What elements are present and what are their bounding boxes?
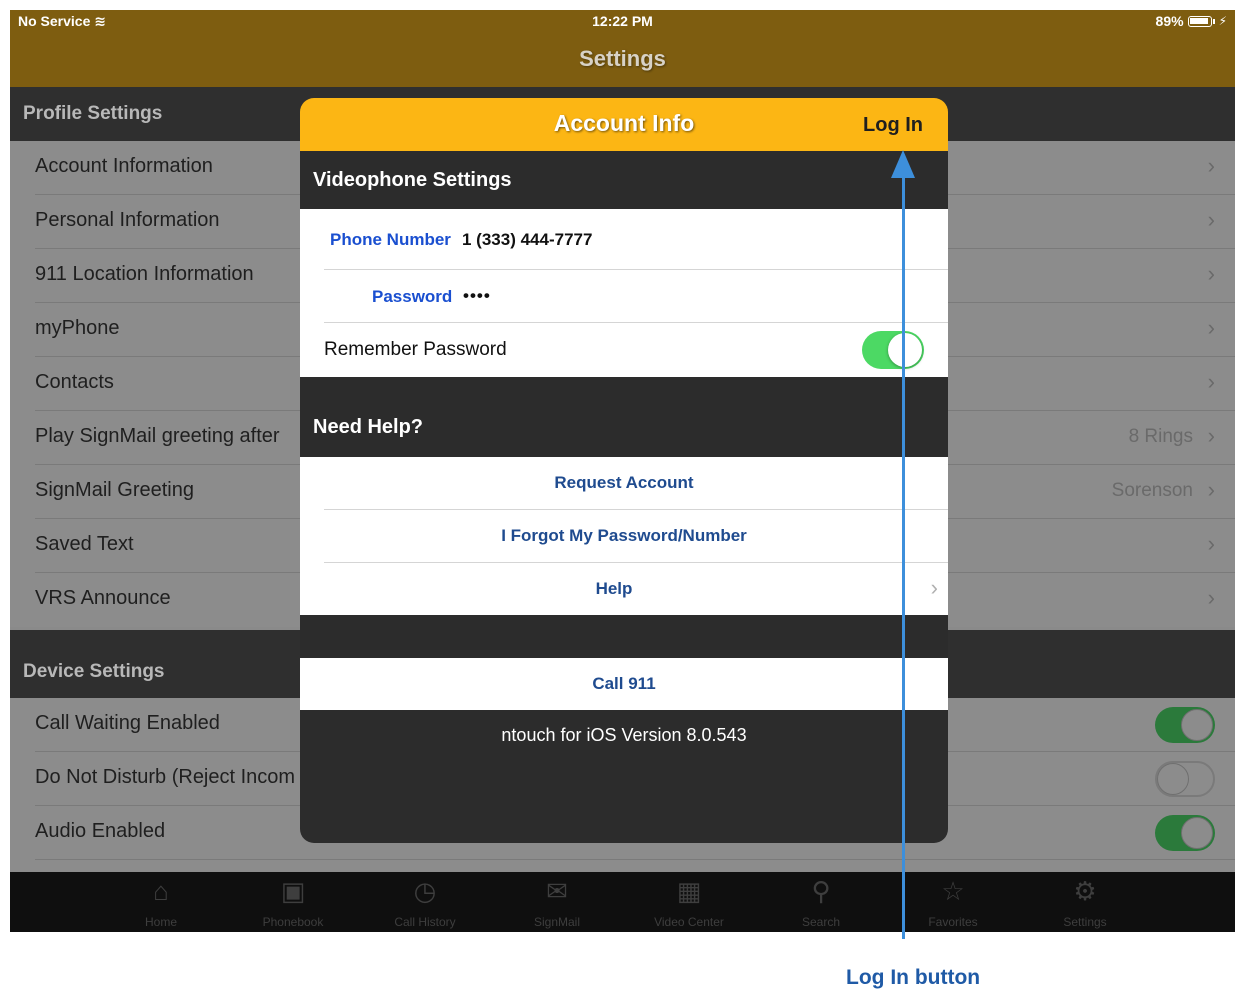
row-label: Personal Information [35, 209, 220, 231]
chevron-right-icon: › [930, 575, 938, 600]
tab-bar: ⌂ Home ▣ Phonebook ◷ Call History ✉ SignMail… [10, 872, 1235, 932]
row-label: 911 Location Information [35, 263, 254, 285]
tab-phonebook[interactable]: ▣ Phonebook [227, 872, 359, 932]
audio-enabled-toggle[interactable] [1155, 815, 1215, 851]
modal-title: Account Info [553, 110, 695, 136]
tab-favorites[interactable]: ☆ Favorites [887, 872, 1019, 932]
account-info-modal: Account Info Log In Videophone Settings … [300, 98, 948, 843]
row-label: Saved Text [35, 533, 134, 555]
row-label: Audio Enabled [35, 820, 166, 842]
phonebook-icon: ▣ [280, 876, 306, 906]
call-waiting-toggle[interactable] [1155, 707, 1215, 743]
remember-password-toggle[interactable] [862, 331, 924, 369]
row-label: Do Not Disturb (Reject Incom [35, 766, 296, 788]
charging-icon: ⚡ [1218, 14, 1227, 28]
do-not-disturb-toggle[interactable] [1155, 761, 1215, 797]
phone-number-row: Phone Number 1 (333) 444-7777 [300, 209, 948, 270]
chevron-right-icon: › [1207, 531, 1215, 556]
tab-call-history[interactable]: ◷ Call History [359, 872, 491, 932]
help-row: Help › [300, 563, 948, 615]
status-battery: 89% ⚡ [1155, 13, 1227, 29]
remember-password-row: Remember Password [300, 323, 948, 377]
tab-settings[interactable]: ⚙ Settings [1019, 872, 1151, 932]
request-account-row: Request Account [300, 457, 948, 510]
search-icon: ⚲ [811, 876, 831, 906]
request-account-link[interactable]: Request Account [300, 473, 948, 493]
chevron-right-icon: › [1207, 261, 1215, 286]
password-label: Password [372, 287, 453, 306]
callout-arrow-line [902, 172, 905, 939]
row-label: Account Information [35, 155, 213, 177]
phone-number-label: Phone Number [330, 230, 451, 249]
row-label: Call Waiting Enabled [35, 712, 220, 734]
section-header-videophone: Videophone Settings [300, 151, 948, 209]
home-icon: ⌂ [153, 876, 169, 906]
forgot-password-link[interactable]: I Forgot My Password/Number [300, 526, 948, 546]
phone-number-field[interactable]: 1 (333) 444-7777 [462, 230, 592, 250]
signmail-icon: ✉ [546, 876, 568, 906]
row-label: SignMail Greeting [35, 479, 194, 501]
modal-header: Account Info Log In [300, 98, 948, 151]
chevron-right-icon: › [1207, 423, 1215, 448]
log-in-button[interactable]: Log In [863, 114, 923, 137]
password-field[interactable]: •••• [463, 286, 491, 306]
chevron-right-icon: › [1207, 315, 1215, 340]
chevron-right-icon: › [1207, 153, 1215, 178]
video-center-icon: ▦ [676, 876, 702, 906]
tab-signmail[interactable]: ✉ SignMail [491, 872, 623, 932]
nav-title: Settings [579, 46, 666, 71]
battery-icon [1187, 15, 1212, 27]
row-value: Sorenson [1111, 480, 1193, 501]
status-time: 12:22 PM [592, 13, 653, 29]
tab-search[interactable]: ⚲ Search [755, 872, 887, 932]
callout-label: Log In button [846, 966, 981, 989]
app-version-text: ntouch for iOS Version 8.0.543 [501, 725, 747, 745]
row-label: myPhone [35, 317, 120, 339]
call-911-row: Call 911 [300, 658, 948, 710]
help-link[interactable]: Help [300, 579, 938, 599]
section-header-need-help: Need Help? [300, 377, 948, 457]
row-label: VRS Announce [35, 587, 171, 609]
top-bar: No Service ≋ 12:22 PM 89% ⚡ Settings [10, 10, 1235, 87]
row-label: Contacts [35, 371, 114, 393]
settings-icon: ⚙ [1073, 876, 1097, 906]
chevron-right-icon: › [1207, 585, 1215, 610]
chevron-right-icon: › [1207, 477, 1215, 502]
favorites-icon: ☆ [941, 876, 965, 906]
remember-password-label: Remember Password [324, 339, 507, 360]
row-label: Play SignMail greeting after [35, 425, 280, 447]
tab-video-center[interactable]: ▦ Video Center [623, 872, 755, 932]
chevron-right-icon: › [1207, 369, 1215, 394]
password-row: Password •••• [300, 270, 948, 323]
chevron-right-icon: › [1207, 207, 1215, 232]
call-911-button[interactable]: Call 911 [300, 674, 948, 694]
row-value: 8 Rings [1128, 426, 1193, 447]
forgot-password-row: I Forgot My Password/Number [300, 510, 948, 563]
tab-home[interactable]: ⌂ Home [95, 872, 227, 932]
ipad-screen: No Service ≋ 12:22 PM 89% ⚡ Settings Pro… [10, 10, 1235, 932]
call-history-icon: ◷ [413, 876, 437, 906]
